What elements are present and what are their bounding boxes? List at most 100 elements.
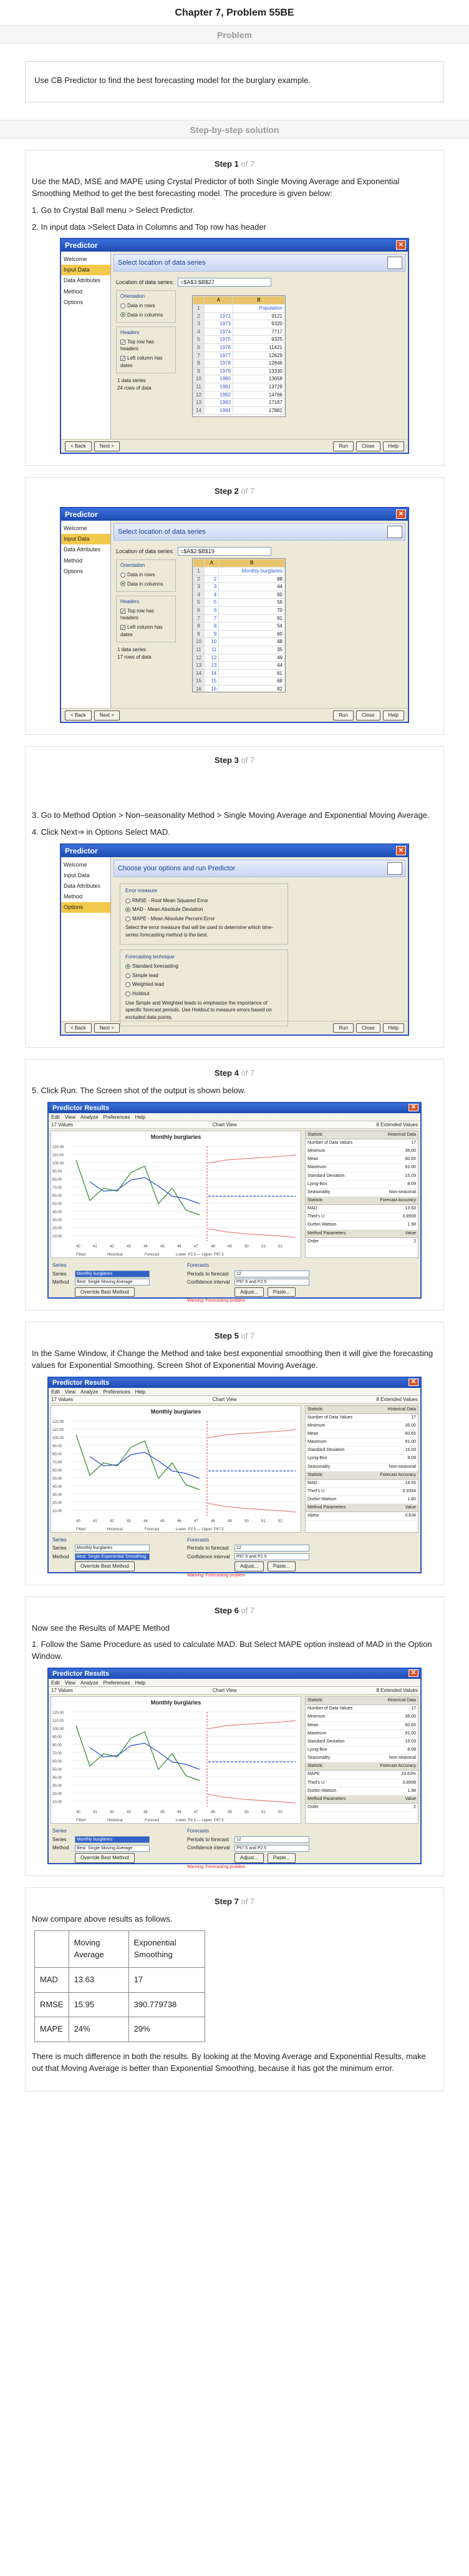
stat-row: Ljung-Box 8.09: [306, 1746, 418, 1755]
mad-radio[interactable]: MAD - Mean Absolute Deviation: [125, 906, 283, 913]
close-button[interactable]: Close: [356, 441, 380, 451]
top-row-checkbox[interactable]: ✓ Top row has headers: [120, 607, 172, 622]
paste-button[interactable]: Paste...: [267, 1287, 296, 1297]
nav-item-data-attributes[interactable]: Data Attributes: [61, 275, 110, 286]
nav-item-method[interactable]: Method: [61, 892, 110, 902]
x-tick-label: 46: [177, 1245, 181, 1249]
x-tick-label: 47: [194, 1520, 198, 1523]
next-button[interactable]: Next >: [94, 441, 120, 451]
back-button[interactable]: < Back: [65, 710, 92, 720]
override-best-method-button[interactable]: Override Best Method: [75, 1852, 135, 1863]
rows-radio[interactable]: Data in rows: [120, 571, 172, 579]
x-tick-label: 41: [93, 1811, 97, 1814]
menu-item[interactable]: Edit: [51, 1113, 60, 1121]
stat-row: Standard Deviation 15.03: [306, 1738, 418, 1746]
override-best-method-button[interactable]: Override Best Method: [75, 1561, 135, 1571]
menu-item[interactable]: Help: [135, 1679, 145, 1686]
close-icon[interactable]: ✕: [409, 1669, 418, 1678]
columns-radio[interactable]: Data in columns: [120, 581, 172, 588]
menu-item[interactable]: Help: [135, 1388, 145, 1395]
paste-button[interactable]: Paste...: [267, 1561, 296, 1571]
help-button[interactable]: Help: [382, 441, 404, 451]
step-6-instruction: 1. Follow the Same Procedure as used to …: [32, 1639, 432, 1661]
close-icon[interactable]: ✕: [409, 1103, 418, 1111]
menu-item[interactable]: Preferences: [103, 1679, 130, 1686]
location-input[interactable]: =$A$2:$B$19: [178, 547, 272, 556]
top-row-checkbox[interactable]: ✓ Top row has headers: [120, 338, 172, 353]
periods-input[interactable]: 12: [234, 1545, 309, 1552]
menu-item[interactable]: Analyze: [80, 1679, 98, 1686]
menu-item[interactable]: Help: [135, 1113, 145, 1121]
menu-item[interactable]: Edit: [51, 1679, 60, 1686]
menu-item[interactable]: Edit: [51, 1388, 60, 1395]
confidence-select[interactable]: P97.5 and P2.5: [234, 1844, 309, 1852]
nav-item-method[interactable]: Method: [61, 287, 110, 297]
periods-input[interactable]: 12: [234, 1270, 309, 1277]
nav-item-input-data[interactable]: Input Data: [61, 870, 110, 881]
menu-item[interactable]: Analyze: [80, 1113, 98, 1121]
adjust-button[interactable]: Adjust...: [234, 1852, 264, 1863]
x-tick-label: 44: [143, 1520, 148, 1523]
nav-item-options[interactable]: Options: [61, 902, 110, 913]
columns-radio[interactable]: Data in columns: [120, 312, 172, 319]
close-button[interactable]: Close: [356, 710, 380, 720]
menu-item[interactable]: Preferences: [103, 1388, 130, 1395]
series-select[interactable]: Monthly burglaries: [75, 1836, 150, 1844]
nav-item-data-attributes[interactable]: Data Attributes: [61, 544, 110, 555]
mape-radio[interactable]: MAPE - Mean Absolute Percent Error: [125, 915, 283, 923]
method-select[interactable]: Best: Single Exponential Smoothing: [75, 1553, 150, 1561]
series-select[interactable]: Monthly burglaries: [75, 1270, 150, 1277]
paste-button[interactable]: Paste...: [267, 1852, 296, 1863]
menu-item[interactable]: Analyze: [80, 1388, 98, 1395]
y-tick-label: 50.00: [52, 1477, 62, 1481]
nav-item-options[interactable]: Options: [61, 566, 110, 577]
left-column-checkbox[interactable]: ✓ Left column has dates: [120, 355, 172, 369]
weighted-lead-radio[interactable]: Weighted lead: [125, 981, 283, 988]
menu-item[interactable]: Preferences: [103, 1113, 130, 1121]
warning-text: Warning: Forecasting problem: [187, 1864, 246, 1869]
nav-item-welcome[interactable]: Welcome: [61, 860, 110, 870]
menu-item[interactable]: View: [65, 1679, 75, 1686]
nav-item-options[interactable]: Options: [61, 297, 110, 308]
adjust-button[interactable]: Adjust...: [234, 1287, 264, 1297]
method-select[interactable]: Best: Single Moving Average: [75, 1844, 150, 1852]
simple-lead-radio[interactable]: Simple lead: [125, 972, 283, 980]
table-row: 11 1981 13729: [193, 382, 285, 391]
rmse-radio[interactable]: RMSE - Root Mean Squared Error: [125, 897, 283, 905]
x-tick-label: 49: [228, 1811, 232, 1814]
periods-input[interactable]: 12: [234, 1836, 309, 1844]
confidence-select[interactable]: P97.5 and P2.5: [234, 1279, 309, 1286]
override-best-method-button[interactable]: Override Best Method: [75, 1287, 135, 1297]
close-icon[interactable]: ✕: [409, 1378, 418, 1386]
rows-radio[interactable]: Data in rows: [120, 302, 172, 310]
location-input[interactable]: =$A$3:$B$27: [178, 278, 272, 287]
left-column-checkbox[interactable]: ✓ Left column has dates: [120, 624, 172, 638]
series-select[interactable]: Monthly burglaries: [75, 1545, 150, 1552]
holdout-radio[interactable]: Holdout: [125, 990, 283, 998]
standard-forecasting-radio[interactable]: Standard forecasting: [125, 963, 283, 970]
method-select[interactable]: Best: Single Moving Average: [75, 1279, 150, 1286]
nav-item-method[interactable]: Method: [61, 556, 110, 566]
close-icon[interactable]: ✕: [396, 846, 406, 856]
menu-item[interactable]: View: [65, 1113, 75, 1121]
close-icon[interactable]: ✕: [396, 240, 406, 250]
nav-item-welcome[interactable]: Welcome: [61, 523, 110, 534]
back-button[interactable]: < Back: [65, 441, 92, 451]
menu-item[interactable]: View: [65, 1388, 75, 1395]
confidence-select[interactable]: P97.5 and P2.5: [234, 1553, 309, 1561]
run-button[interactable]: Run: [333, 710, 354, 720]
back-button[interactable]: < Back: [65, 1023, 92, 1033]
nav-item-input-data[interactable]: Input Data: [61, 534, 110, 545]
forecasting-technique-group: Forecasting technique Standard forecasti…: [120, 949, 288, 1027]
close-icon[interactable]: ✕: [396, 509, 406, 519]
nav-item-data-attributes[interactable]: Data Attributes: [61, 881, 110, 892]
run-button[interactable]: Run: [333, 441, 354, 451]
next-button[interactable]: Next >: [94, 710, 120, 720]
nav-item-welcome[interactable]: Welcome: [61, 254, 110, 265]
forecast-chart-svg: 120.00 110.00 100.00 90.00 80.00 70.00 60.00 50…: [52, 1420, 297, 1531]
y-tick-label: 110.00: [52, 1154, 64, 1158]
help-button[interactable]: Help: [382, 710, 404, 720]
adjust-button[interactable]: Adjust...: [234, 1561, 264, 1571]
nav-item-input-data[interactable]: Input Data: [61, 265, 110, 276]
upper-bound-series: [208, 1429, 296, 1438]
